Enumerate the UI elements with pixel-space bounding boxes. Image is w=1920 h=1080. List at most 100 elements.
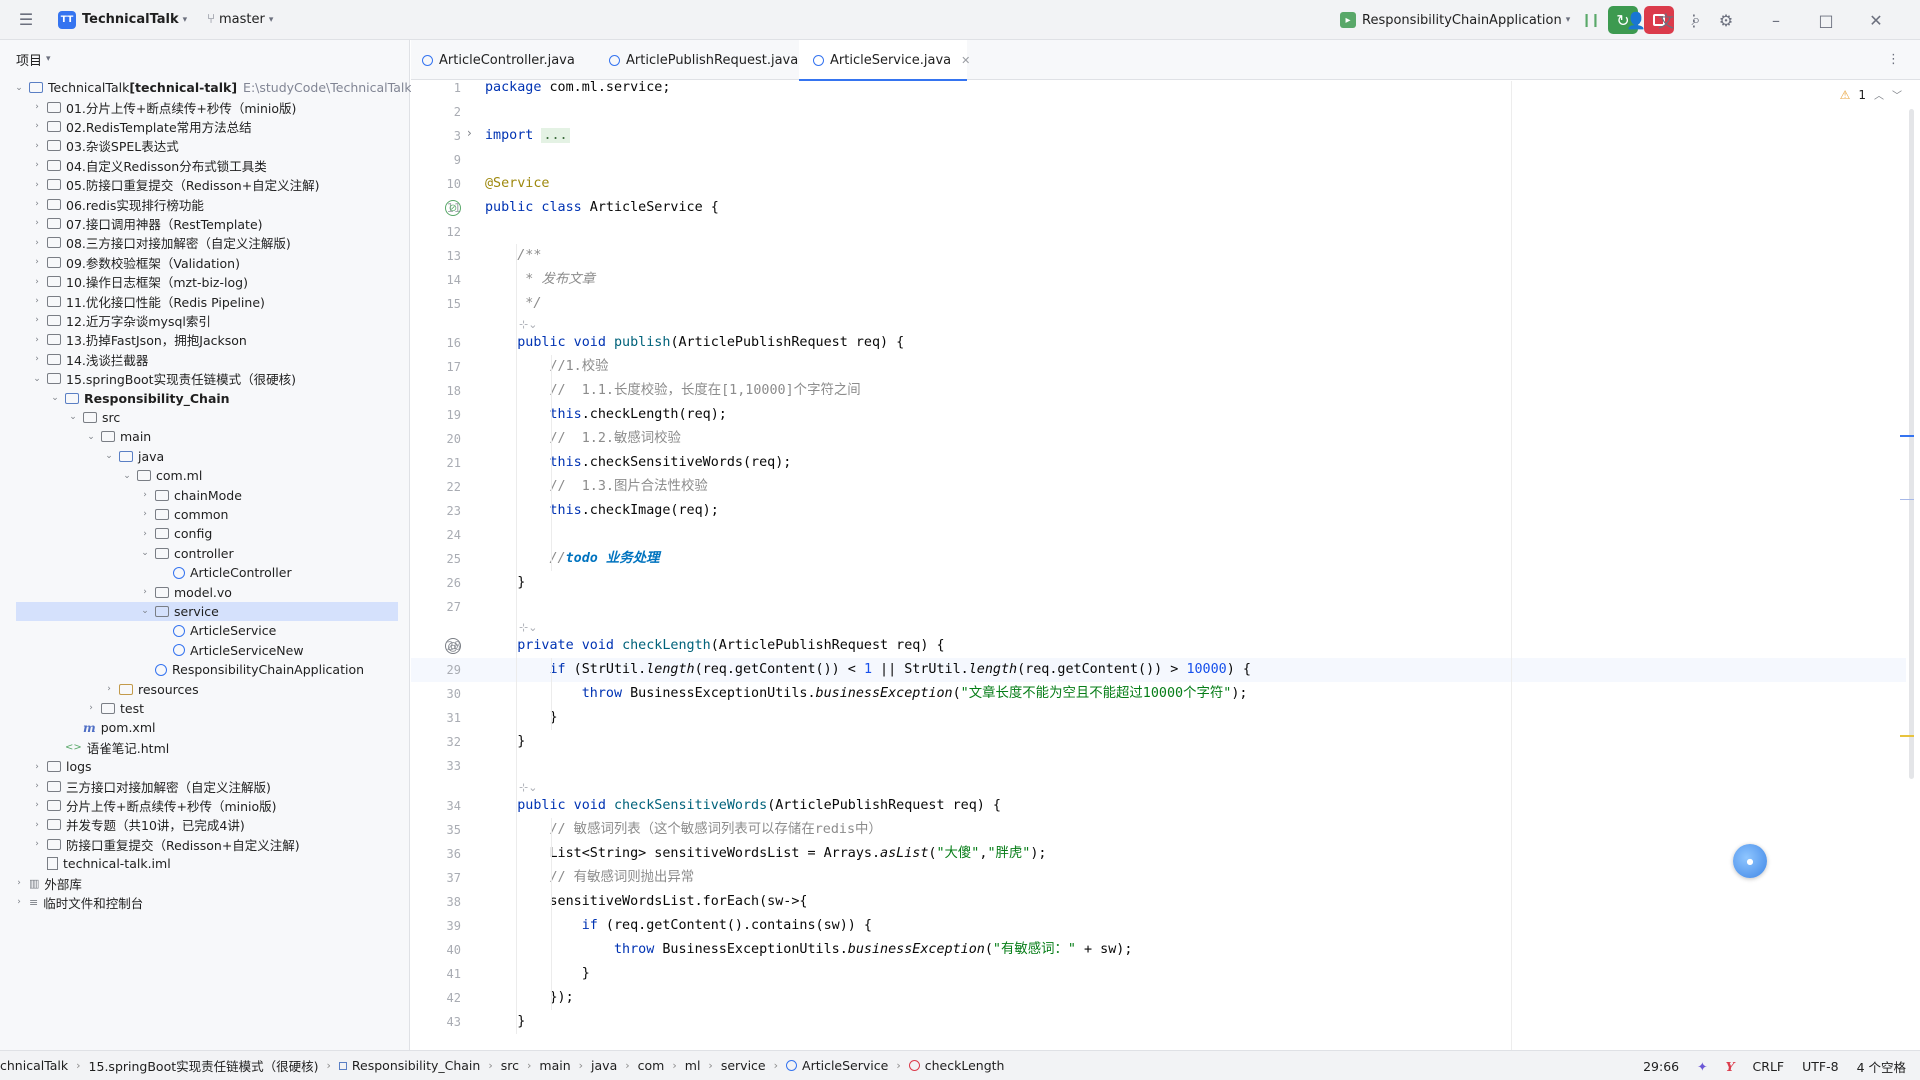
inspection-widget[interactable]: ⚠ 1 ︿ ﹀ <box>1840 87 1902 103</box>
code-line[interactable]: } <box>485 1010 525 1034</box>
ai-assistant-icon[interactable]: ✦ <box>1697 1059 1707 1074</box>
code-line[interactable]: } <box>485 962 590 986</box>
line-number[interactable]: 33 <box>421 754 461 778</box>
tree-item[interactable]: ResponsibilityChainApplication <box>0 660 410 679</box>
code-line[interactable]: this.checkLength(req); <box>485 403 727 427</box>
project-panel-header[interactable]: 项目 ▾ <box>0 40 409 78</box>
floating-assistant-icon[interactable]: ● <box>1733 844 1767 878</box>
expand-arrow-icon[interactable]: ⌄ <box>12 83 26 93</box>
collapse-arrow-icon[interactable]: › <box>30 102 44 112</box>
line-number[interactable]: 41 <box>421 962 461 986</box>
caret-position[interactable]: 29:66 <box>1643 1059 1679 1074</box>
line-number[interactable]: 1 <box>421 81 461 100</box>
editor-tab[interactable]: ArticleController.java <box>411 40 595 80</box>
code-line[interactable]: * 发布文章 <box>485 268 595 292</box>
collapse-arrow-icon[interactable]: › <box>30 335 44 345</box>
collapse-arrow-icon[interactable]: › <box>30 199 44 209</box>
tree-item[interactable]: › 09.参数校验框架（Validation) <box>0 253 410 272</box>
tree-item[interactable]: › test <box>0 699 410 718</box>
line-number[interactable]: 15 <box>421 292 461 316</box>
collapse-arrow-icon[interactable]: › <box>30 121 44 131</box>
annotation-gutter-icon[interactable]: @ <box>445 638 461 654</box>
code-vision-hint-icon[interactable]: ⊹⌄ <box>519 780 537 796</box>
expand-arrow-icon[interactable]: ⌄ <box>30 374 44 384</box>
tree-item[interactable]: › 04.自定义Redisson分布式锁工具类 <box>0 156 410 175</box>
editor-gutter[interactable]: 1 2 3 9 10 11 12 13 14 15 16 17 18 19 20 21 22 23 24 25 26 27… <box>411 81 481 1050</box>
tree-item[interactable]: ⌄ com.ml <box>0 466 410 485</box>
code-line[interactable]: } <box>485 706 557 730</box>
code-line[interactable]: if (StrUtil.length(req.getContent()) < 1… <box>485 658 1251 682</box>
tree-item[interactable]: ⌄ src <box>0 408 410 427</box>
code-line[interactable]: List<String> sensitiveWordsList = Arrays… <box>485 842 1046 866</box>
fold-arrow-icon[interactable]: › <box>467 126 472 140</box>
code-line[interactable]: // 1.2.敏感词校验 <box>485 427 681 451</box>
breadcrumb-item[interactable]: ml <box>685 1058 701 1073</box>
close-tab-icon[interactable]: ✕ <box>961 54 970 67</box>
tree-item[interactable]: ⌄ controller <box>0 544 410 563</box>
tree-item[interactable]: › 08.三方接口对接加解密（自定义注解版) <box>0 233 410 252</box>
code-vision-hint-icon[interactable]: ⊹⌄ <box>519 317 537 333</box>
line-number[interactable]: 10 <box>421 172 461 196</box>
line-number[interactable]: 17 <box>421 355 461 379</box>
project-selector[interactable]: TT TechnicalTalk ▾ <box>58 10 187 29</box>
expand-arrow-icon[interactable]: ⌄ <box>48 393 62 403</box>
code-line[interactable]: }); <box>485 986 573 1010</box>
line-number[interactable]: 40 <box>421 938 461 962</box>
line-number[interactable]: 35 <box>421 818 461 842</box>
breadcrumb-item[interactable]: chnicalTalk <box>0 1058 68 1073</box>
line-number[interactable]: 26 <box>421 571 461 595</box>
code-line[interactable]: } <box>485 571 525 595</box>
editor-tab[interactable]: ArticlePublishRequest.java <box>595 40 799 80</box>
collapse-arrow-icon[interactable]: › <box>138 509 152 519</box>
code-line[interactable]: private void checkLength(ArticlePublishR… <box>485 634 944 658</box>
breadcrumb-item[interactable]: main <box>539 1058 570 1073</box>
tree-item[interactable]: › ≡ 临时文件和控制台 <box>0 893 410 912</box>
expand-arrow-icon[interactable]: ⌄ <box>84 432 98 442</box>
tree-item[interactable]: <> 语雀笔记.html <box>0 738 410 757</box>
line-number[interactable]: 25 <box>421 547 461 571</box>
hamburger-menu-icon[interactable]: ☰ <box>12 6 40 34</box>
collapse-arrow-icon[interactable]: › <box>138 587 152 597</box>
line-number[interactable]: 12 <box>421 220 461 244</box>
code-line[interactable]: this.checkSensitiveWords(req); <box>485 451 792 475</box>
tree-item[interactable]: › 分片上传+断点续传+秒传（minio版) <box>0 796 410 815</box>
tree-item[interactable]: › 12.近万字杂谈mysql索引 <box>0 311 410 330</box>
breadcrumb-item[interactable]: ArticleService <box>786 1058 888 1073</box>
line-number[interactable]: 14 <box>421 268 461 292</box>
collapse-arrow-icon[interactable]: › <box>30 160 44 170</box>
tree-item[interactable]: › 07.接口调用神器（RestTemplate) <box>0 214 410 233</box>
expand-arrow-icon[interactable]: ⌄ <box>138 548 152 558</box>
line-number[interactable]: 39 <box>421 914 461 938</box>
tree-item[interactable]: › 并发专题（共10讲，已完成4讲) <box>0 815 410 834</box>
expand-arrow-icon[interactable]: ⌄ <box>102 451 116 461</box>
line-number[interactable]: 34 <box>421 794 461 818</box>
line-number[interactable]: 27 <box>421 595 461 619</box>
search-icon[interactable]: ⌕ <box>1682 6 1710 34</box>
code-vision-hint-icon[interactable]: ⊹⌄ <box>519 620 537 636</box>
editor-tab[interactable]: ArticleService.java ✕ <box>799 40 970 81</box>
line-number[interactable]: 22 <box>421 475 461 499</box>
collapse-arrow-icon[interactable]: › <box>12 878 26 888</box>
tree-item[interactable]: › ▥ 外部库 <box>0 873 410 892</box>
tree-item[interactable]: › chainMode <box>0 485 410 504</box>
breadcrumb-item[interactable]: src <box>501 1058 519 1073</box>
editor-scrollbar[interactable] <box>1909 109 1914 779</box>
line-number[interactable]: 23 <box>421 499 461 523</box>
line-number[interactable]: 31 <box>421 706 461 730</box>
line-number[interactable]: 19 <box>421 403 461 427</box>
maximize-icon[interactable]: □ <box>1812 6 1840 34</box>
tab-options-icon[interactable]: ⋮ <box>1887 52 1900 67</box>
code-line[interactable]: sensitiveWordsList.forEach(sw->{ <box>485 890 807 914</box>
code-editor[interactable]: 1 2 3 9 10 11 12 13 14 15 16 17 18 19 20 21 22 23 24 25 26 27… <box>411 81 1920 1050</box>
tree-item[interactable]: ⌄ Responsibility_Chain <box>0 388 410 407</box>
expand-arrow-icon[interactable]: ⌄ <box>120 471 134 481</box>
line-number[interactable]: 16 <box>421 331 461 355</box>
spring-bean-gutter-icon[interactable]: ⊘ <box>445 200 461 216</box>
tree-item[interactable]: › 三方接口对接加解密（自定义注解版) <box>0 776 410 795</box>
file-encoding[interactable]: UTF-8 <box>1802 1059 1838 1074</box>
line-number[interactable]: 29 <box>421 658 461 682</box>
collapse-arrow-icon[interactable]: › <box>30 839 44 849</box>
expand-arrow-icon[interactable]: ⌄ <box>138 606 152 616</box>
collapse-arrow-icon[interactable]: › <box>30 781 44 791</box>
collapse-arrow-icon[interactable]: › <box>30 296 44 306</box>
